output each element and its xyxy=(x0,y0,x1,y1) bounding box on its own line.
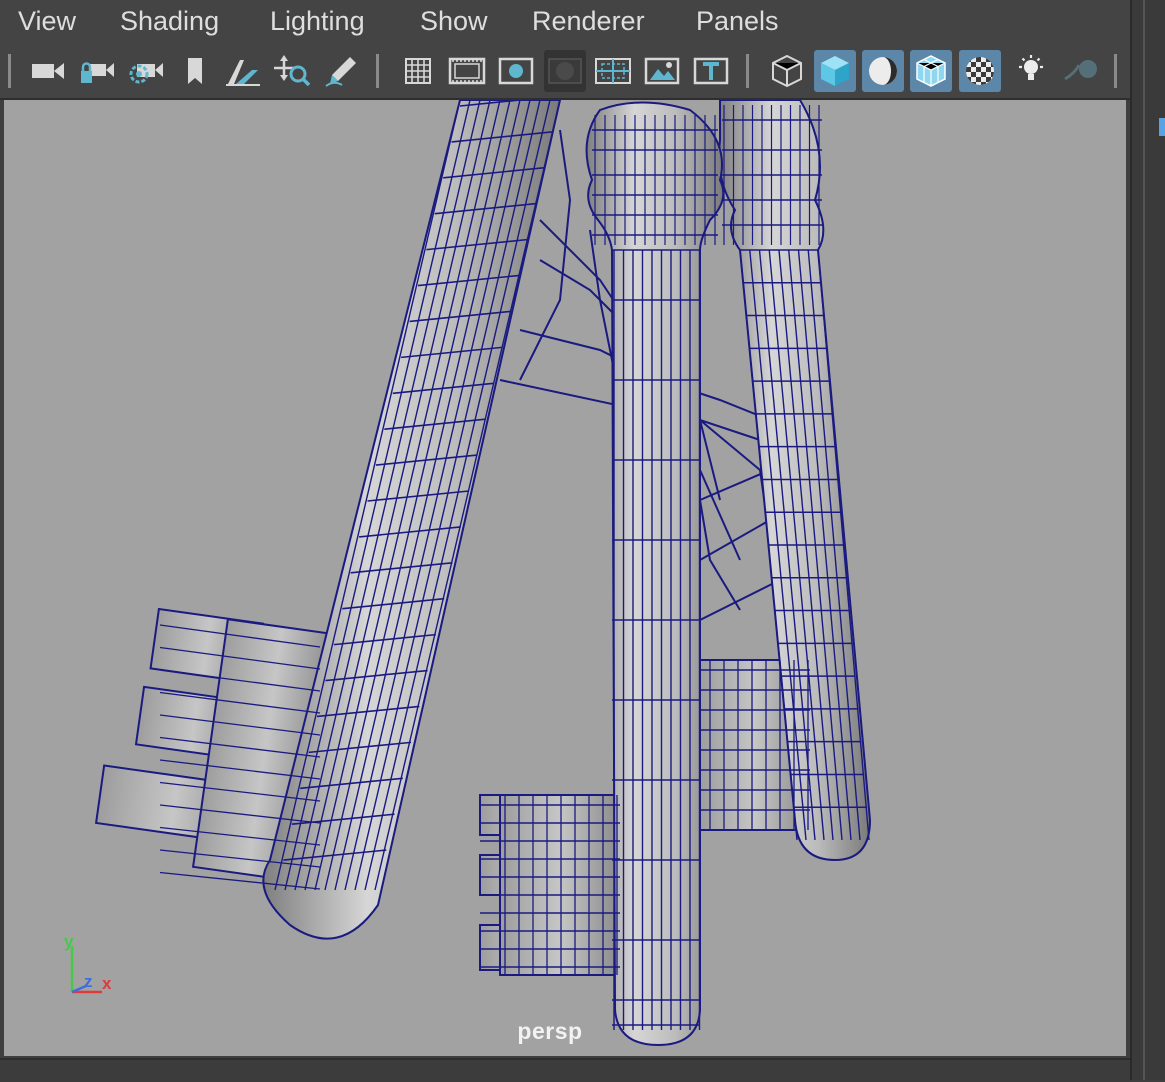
left-shaft-edge xyxy=(324,100,511,891)
menu-shading[interactable]: Shading xyxy=(120,4,219,38)
side-panel-edge xyxy=(1130,0,1165,1080)
field-chart-icon[interactable] xyxy=(592,50,634,92)
shadows-icon[interactable] xyxy=(1060,50,1102,92)
camera-attributes-icon[interactable] xyxy=(125,50,167,92)
lock-camera-icon[interactable] xyxy=(76,50,118,92)
panel-toolbar xyxy=(0,44,1130,100)
toolbar-separator xyxy=(746,54,749,88)
resolution-gate-icon[interactable] xyxy=(495,50,537,92)
default-lighting-icon[interactable] xyxy=(862,50,904,92)
grease-pencil-icon[interactable] xyxy=(321,50,363,92)
toolbar-separator xyxy=(1114,54,1117,88)
menu-lighting[interactable]: Lighting xyxy=(270,4,365,38)
image-plane-icon[interactable] xyxy=(222,50,264,92)
select-camera-icon[interactable] xyxy=(27,50,69,92)
use-all-lights-icon[interactable] xyxy=(1010,50,1052,92)
side-panel-tab[interactable] xyxy=(1159,118,1165,136)
panel-menu-bar: View Shading Lighting Show Renderer Pane… xyxy=(0,0,1130,44)
textured-icon[interactable] xyxy=(959,50,1001,92)
axis-x-label: x xyxy=(102,974,112,993)
perspective-viewport[interactable]: y z x persp xyxy=(4,100,1126,1056)
safe-action-icon[interactable] xyxy=(641,50,683,92)
smooth-shade-icon[interactable] xyxy=(814,50,856,92)
safe-title-icon[interactable] xyxy=(690,50,732,92)
grid-icon[interactable] xyxy=(397,50,439,92)
bookmark-icon[interactable] xyxy=(174,50,216,92)
axis-y-label: y xyxy=(64,932,74,951)
2d-pan-zoom-icon[interactable] xyxy=(272,50,314,92)
film-gate-icon[interactable] xyxy=(446,50,488,92)
menu-show[interactable]: Show xyxy=(420,4,488,38)
menu-renderer[interactable]: Renderer xyxy=(532,4,645,38)
wireframe-on-shaded-icon[interactable] xyxy=(910,50,952,92)
toolbar-separator xyxy=(376,54,379,88)
panel-divider[interactable] xyxy=(1143,0,1145,1080)
view-axis-indicator: y z x xyxy=(60,932,130,1002)
toolbar-separator xyxy=(8,54,11,88)
key-wireframe-model xyxy=(94,100,872,1047)
viewport-bottom-border xyxy=(0,1058,1130,1082)
wireframe-icon[interactable] xyxy=(766,50,808,92)
menu-panels[interactable]: Panels xyxy=(696,4,779,38)
center-key-bit xyxy=(479,794,621,976)
camera-name-label: persp xyxy=(517,1018,583,1044)
menu-view[interactable]: View xyxy=(18,4,76,38)
gate-mask-icon[interactable] xyxy=(544,50,586,92)
axis-z-label: z xyxy=(84,972,93,991)
